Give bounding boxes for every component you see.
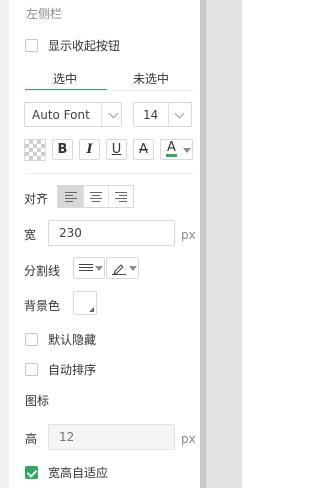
chevron-down-icon	[108, 108, 119, 119]
auto-sort-checkbox[interactable]	[25, 363, 38, 376]
chevron-down-icon	[183, 148, 191, 153]
auto-fit-label: 宽高自适应	[48, 466, 109, 480]
align-center-button[interactable]	[83, 186, 108, 207]
font-family-select[interactable]: Auto Font	[24, 102, 122, 127]
font-family-separator	[101, 103, 102, 126]
left-gutter	[0, 0, 9, 488]
width-unit: px	[181, 228, 196, 242]
bold-button[interactable]: B	[52, 139, 73, 160]
default-hide-checkbox[interactable]	[25, 333, 38, 346]
auto-sort-label: 自动排序	[48, 363, 97, 377]
underline-icon: U	[111, 142, 122, 157]
height-input-field[interactable]	[49, 425, 174, 449]
italic-icon: I	[86, 142, 93, 157]
font-size-value: 14	[143, 107, 159, 122]
strikethrough-button[interactable]: A	[133, 139, 154, 160]
default-hide-label: 默认隐藏	[48, 333, 97, 347]
italic-button[interactable]: I	[79, 139, 100, 160]
font-color-icon: A	[166, 140, 177, 157]
chevron-down-icon	[129, 266, 137, 271]
background-color-picker[interactable]	[73, 291, 97, 315]
align-left-icon	[64, 192, 77, 202]
height-label: 高	[25, 432, 38, 446]
show-collapse-label: 显示收起按钮	[48, 39, 121, 53]
width-input[interactable]: 230	[48, 220, 175, 246]
bold-icon: B	[57, 142, 68, 157]
width-label: 宽	[24, 228, 37, 242]
auto-fit-checkbox[interactable]	[25, 466, 38, 479]
style-divider	[25, 173, 193, 174]
align-left-button[interactable]	[58, 186, 83, 207]
align-button-group	[57, 185, 134, 208]
height-unit: px	[181, 432, 196, 446]
section-title-left-sidebar: 左侧栏	[26, 7, 63, 21]
chevron-down-icon	[174, 108, 185, 119]
tabs-divider	[25, 90, 193, 91]
font-size-select[interactable]: 14	[133, 102, 192, 127]
font-family-value: Auto Font	[32, 107, 90, 122]
fill-pattern-icon[interactable]	[24, 139, 46, 161]
show-collapse-checkbox[interactable]	[25, 39, 38, 52]
height-input[interactable]	[48, 424, 175, 450]
tab-unselected[interactable]: 未选中	[133, 70, 169, 87]
background-label: 背景色	[24, 299, 61, 313]
divider-style-select[interactable]	[73, 257, 105, 279]
font-color-button[interactable]: A	[160, 139, 193, 160]
scroll-thumb[interactable]	[200, 0, 206, 488]
chevron-down-icon	[95, 266, 103, 271]
line-style-icon	[79, 264, 93, 271]
corner-triangle-icon	[89, 307, 94, 312]
align-right-icon	[115, 192, 127, 202]
tab-selected[interactable]: 选中	[53, 70, 77, 87]
align-right-button[interactable]	[108, 186, 133, 207]
width-value: 230	[59, 226, 82, 240]
icon-section-label: 图标	[25, 394, 50, 408]
font-size-separator	[168, 103, 169, 126]
underline-button[interactable]: U	[106, 139, 127, 160]
align-center-icon	[90, 192, 102, 202]
strikethrough-icon: A	[139, 142, 148, 157]
scroll-track	[205, 0, 242, 488]
auto-fit-toggle[interactable]: 宽高自适应	[25, 464, 108, 481]
divider-label: 分割线	[24, 264, 61, 278]
default-hide-toggle[interactable]: 默认隐藏	[25, 331, 96, 348]
show-collapse-toggle[interactable]: 显示收起按钮	[25, 37, 120, 54]
property-panel: 左侧栏 显示收起按钮 选中 未选中 Auto Font 14 B I U A A…	[0, 0, 242, 488]
divider-color-select[interactable]	[106, 257, 139, 279]
align-label: 对齐	[24, 192, 49, 206]
auto-sort-toggle[interactable]: 自动排序	[25, 361, 96, 378]
pen-icon	[112, 264, 126, 275]
